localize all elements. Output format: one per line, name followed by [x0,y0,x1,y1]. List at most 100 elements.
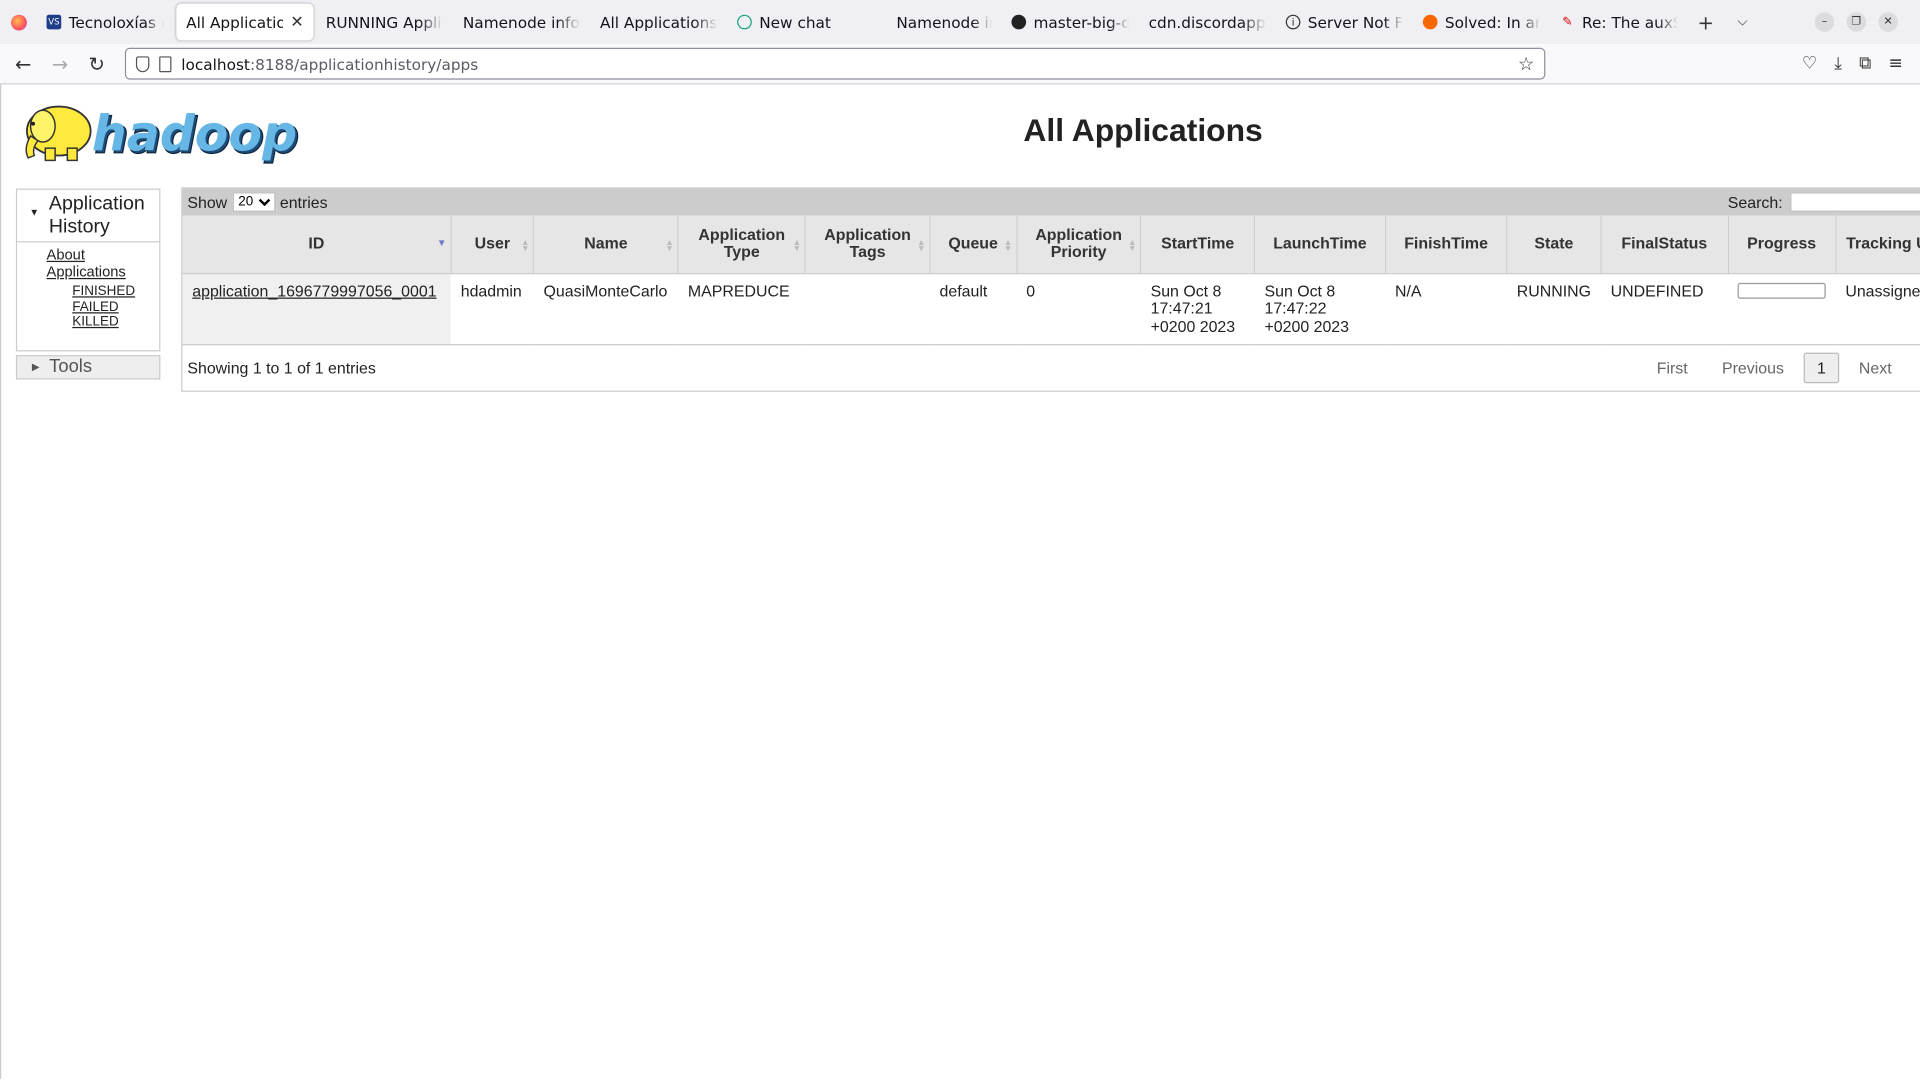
sort-desc-icon: ▼ [436,237,447,249]
pen-icon: ✎ [1562,15,1573,29]
column-header[interactable]: User ▲ ▼ [450,215,535,274]
tab-title: cdn.discordapp.co [1148,12,1267,32]
tab-list-icon[interactable]: ⌵ [1724,13,1761,30]
datatable-toolbar: Show 20 entries Search: [182,188,1920,216]
cell-finish-time: N/A [1385,273,1507,346]
tab-title: Re: The auxSer [1582,12,1678,32]
column-label: LaunchTime [1273,234,1367,253]
datatable-footer: Showing 1 to 1 of 1 entries First Previo… [182,346,1920,391]
column-header[interactable]: Progress [1727,215,1837,274]
column-label: User [474,234,511,253]
browser-tab[interactable]: All Applications [590,4,727,41]
column-header[interactable]: Application Priority ▲ ▼ [1016,215,1142,274]
extensions-icon[interactable]: ⧉ [1859,54,1871,74]
browser-tab[interactable]: Namenode inform [453,4,590,41]
menu-icon[interactable]: ≡ [1889,54,1903,74]
maximize-icon[interactable]: ❐ [1846,12,1867,32]
tab-title: Solved: In amb [1444,12,1541,32]
column-label: ID [308,234,325,253]
cell-launch-time: Sun Oct 8 17:47:22 +0200 2023 [1254,273,1386,346]
sort-icon: ▲ ▼ [520,238,530,254]
cell-start-time: Sun Oct 8 17:47:21 +0200 2023 [1140,273,1255,346]
browser-tab-active[interactable]: All Applications ✕ [176,3,314,41]
cell-tracking-ui: Unassigned [1835,273,1920,346]
info-icon: i [1285,14,1301,30]
browser-tab[interactable]: master-big-dat [1002,4,1139,41]
cell-queue: default [929,273,1017,346]
browser-tab[interactable]: Namenode inform [864,4,1001,41]
column-header[interactable]: LaunchTime [1254,215,1386,274]
cell-type: MAPREDUCE [678,273,806,346]
column-header[interactable]: Name ▲ ▼ [533,215,679,274]
reload-icon[interactable]: ↻ [78,52,115,75]
cell-state: RUNNING [1506,273,1601,346]
minimize-icon[interactable]: – [1814,12,1835,32]
browser-tab[interactable]: RUNNING Applica [316,4,453,41]
show-label: Show [187,192,228,212]
tab-title: Tecnoloxías de [68,12,165,32]
expand-triangle-icon[interactable]: ▶ [32,361,40,372]
tab-title: All Applications [186,12,283,32]
column-label: StartTime [1161,234,1235,253]
column-header[interactable]: State [1506,215,1602,274]
browser-nav-bar: ← → ↻ localhost:8188/applicationhistory/… [0,44,1920,85]
browser-tab[interactable]: ✎ Re: The auxSer [1550,4,1687,41]
column-header[interactable]: StartTime [1140,215,1256,274]
github-icon [1011,14,1027,30]
killed-link[interactable]: KILLED [72,315,159,330]
browser-tab[interactable]: cdn.discordapp.co [1139,4,1276,41]
tab-title: All Applications [600,12,718,32]
cloudera-icon [1422,14,1438,30]
application-history-header[interactable]: ▼ Application History [17,190,160,243]
column-header[interactable]: FinishTime [1385,215,1508,274]
column-header[interactable]: Application Type ▲ ▼ [678,215,807,274]
collapse-triangle-icon[interactable]: ▼ [29,207,39,218]
browser-tab-bar: VS Tecnoloxías de All Applications ✕ RUN… [0,0,1920,45]
bookmark-star-icon[interactable]: ☆ [1518,53,1534,75]
tools-section[interactable]: ▶ Tools [15,354,161,379]
applications-link[interactable]: Applications [47,263,160,280]
search-input[interactable] [1789,192,1920,212]
chatgpt-icon [737,14,752,30]
column-label: Application Tags [824,225,911,262]
page-info-icon[interactable] [159,55,172,72]
page-number-button[interactable]: 1 [1803,353,1840,384]
forward-arrow-icon[interactable]: → [42,52,79,75]
address-bar[interactable]: localhost:8188/applicationhistory/apps ☆ [124,47,1546,80]
browser-tab[interactable]: New chat [727,4,864,41]
tab-title: New chat [759,12,831,32]
application-id-link[interactable]: application_1696779997056_0001 [192,281,436,299]
first-page-button[interactable]: First [1640,359,1705,377]
column-header[interactable]: ID ▼ [182,215,452,274]
hadoop-wordmark-highlight: hadoop [92,106,297,163]
new-tab-icon[interactable]: + [1687,10,1724,33]
browser-tab[interactable]: VS Tecnoloxías de [37,4,174,41]
previous-page-button[interactable]: Previous [1705,359,1801,377]
close-window-icon[interactable]: ✕ [1878,12,1898,32]
entries-select[interactable]: 20 [232,192,275,212]
firefox-icon[interactable] [0,14,37,31]
pocket-icon[interactable]: ♡ [1802,54,1817,74]
close-tab-icon[interactable]: ✕ [290,13,303,31]
entries-label: entries [279,192,328,212]
cell-user: hdadmin [450,273,534,346]
column-header[interactable]: Application Tags ▲ ▼ [805,215,931,274]
next-page-button[interactable]: Next [1842,359,1909,377]
browser-tab[interactable]: Solved: In amb [1413,4,1550,41]
column-label: Name [584,234,628,253]
finished-link[interactable]: FINISHED [72,284,159,299]
failed-link[interactable]: FAILED [72,299,159,314]
column-header[interactable]: FinalStatus [1600,215,1729,274]
column-label: State [1534,234,1574,253]
column-header[interactable]: Queue ▲ ▼ [929,215,1018,274]
browser-tab[interactable]: i Server Not Fou [1276,4,1413,41]
column-header[interactable]: Tracking UI [1835,215,1920,274]
application-history-section: ▼ Application History About Applications… [15,188,161,351]
shield-icon[interactable] [135,55,150,72]
about-link[interactable]: About [47,246,160,263]
tab-title: RUNNING Applica [325,12,444,32]
page-title: All Applications [1023,111,1263,149]
downloads-icon[interactable]: ⤓ [1834,54,1842,74]
back-arrow-icon[interactable]: ← [5,52,42,75]
cell-tags [805,273,930,346]
